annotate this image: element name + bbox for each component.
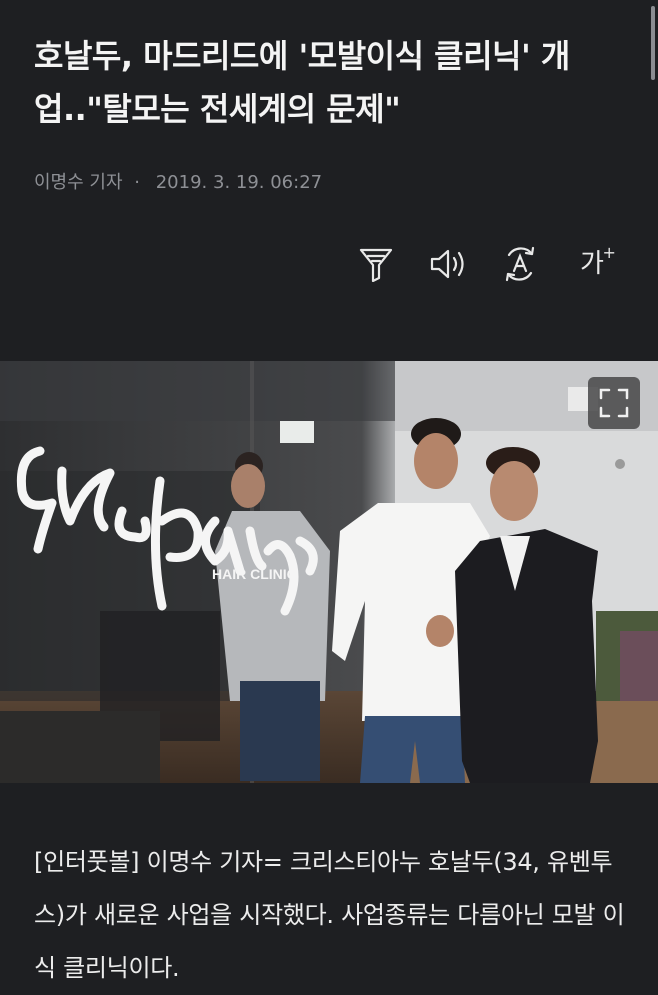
- publish-timestamp: 2019. 3. 19. 06:27: [155, 172, 323, 193]
- article-headline: 호날두, 마드리드에 '모발이식 클리닉' 개업.."탈모는 전세계의 문제": [34, 37, 570, 128]
- translate-button[interactable]: [496, 242, 544, 286]
- article-toolbar: 가 +: [352, 242, 616, 286]
- scrollbar[interactable]: [651, 6, 655, 80]
- sign-subtitle: HAIR CLINIC: [212, 566, 297, 582]
- translate-icon: [505, 246, 535, 282]
- reporter-name: 이명수 기자: [34, 172, 123, 193]
- font-size-label: 가: [580, 249, 604, 279]
- speaker-icon: [430, 249, 464, 279]
- article-photo[interactable]: HAIR CLINIC: [0, 361, 658, 783]
- filter-icon: [359, 248, 393, 282]
- font-size-plus: +: [602, 243, 616, 262]
- summary-filter-button[interactable]: [352, 242, 400, 286]
- font-size-button[interactable]: 가 +: [568, 242, 616, 286]
- article-body: [인터풋볼] 이명수 기자= 크리스티아누 호날두(34, 유벤투스)가 새로운…: [34, 848, 625, 982]
- byline-separator: ·: [134, 172, 140, 193]
- font-size-icon: 가 +: [580, 245, 616, 279]
- photo-illustration: HAIR CLINIC: [0, 361, 658, 783]
- read-aloud-button[interactable]: [424, 242, 472, 286]
- fullscreen-icon: [599, 388, 629, 418]
- byline: 이명수 기자 · 2019. 3. 19. 06:27: [34, 168, 322, 194]
- expand-photo-button[interactable]: [588, 377, 640, 429]
